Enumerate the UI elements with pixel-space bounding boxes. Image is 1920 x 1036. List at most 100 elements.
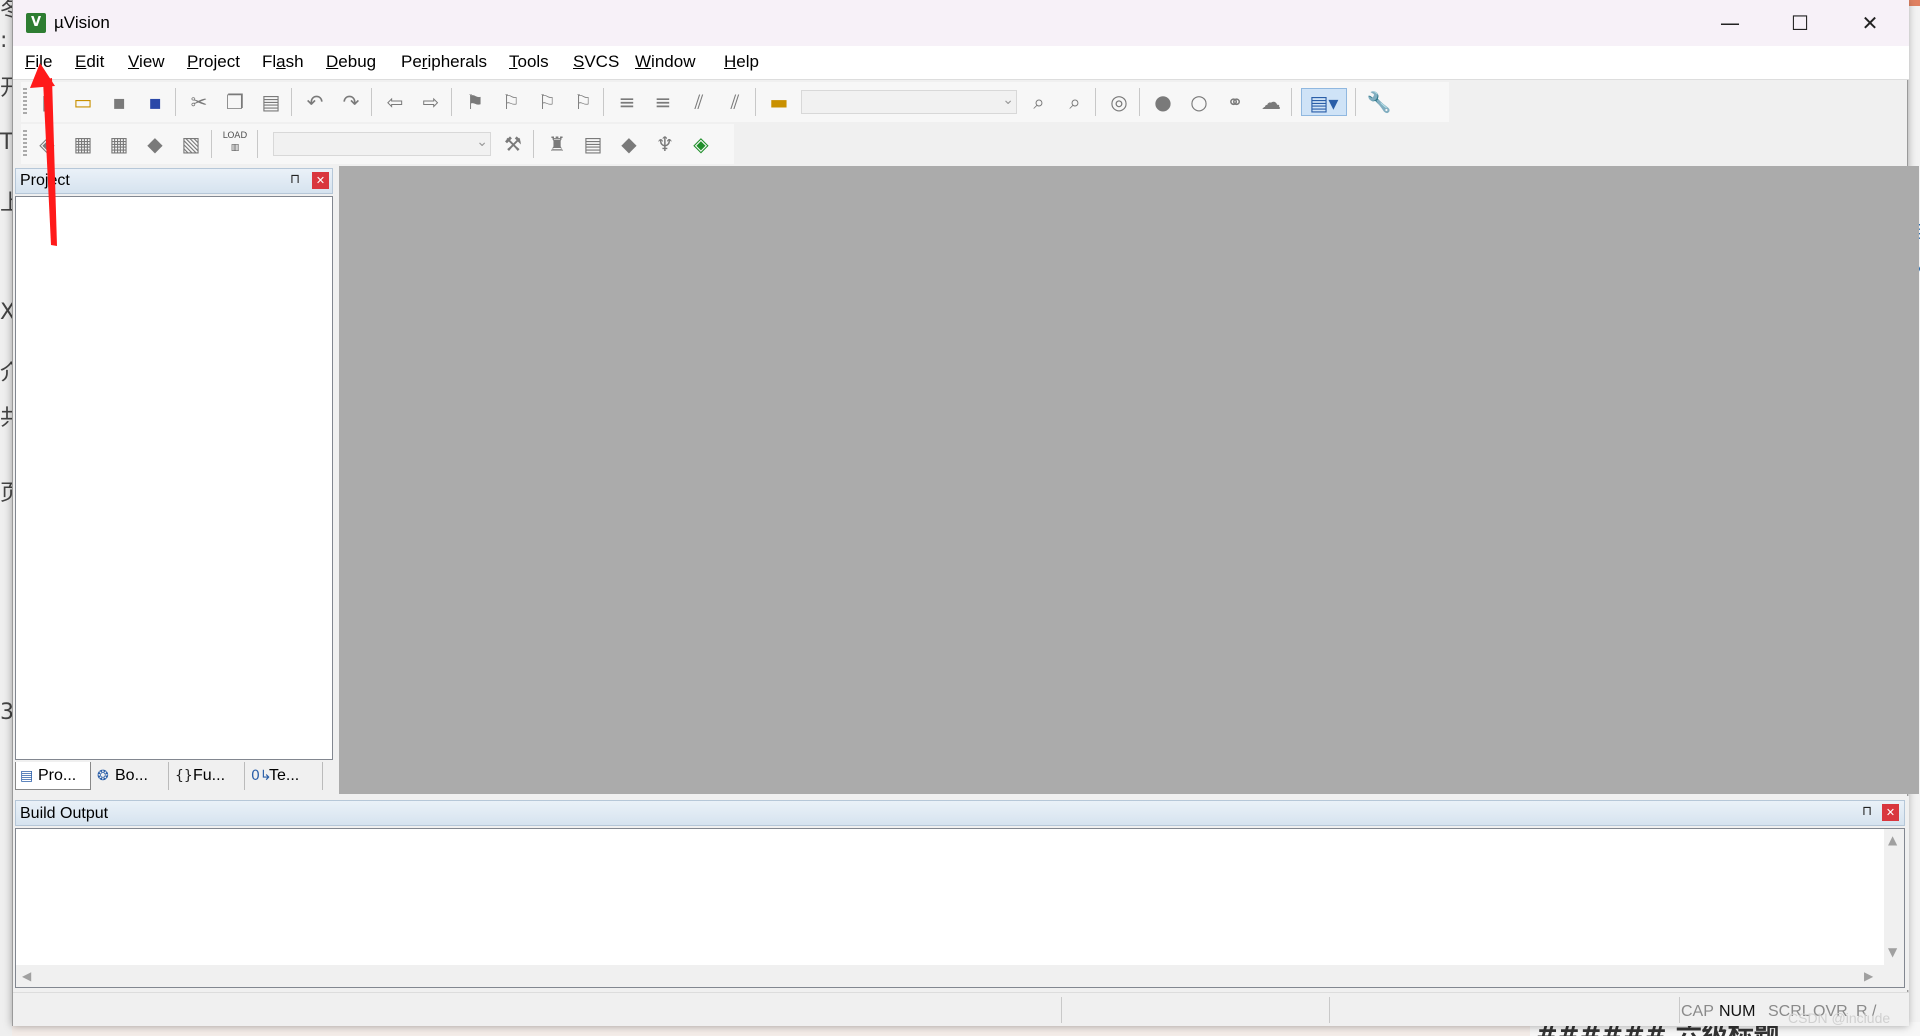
menu-edit[interactable]: Edit (75, 52, 104, 72)
uncomment-icon[interactable]: ⫽ (721, 88, 749, 116)
unindent-icon[interactable]: ≡ (649, 88, 677, 116)
target-options-icon[interactable]: ⚒ (499, 130, 527, 158)
menu-peripherals[interactable]: Peripherals (401, 52, 487, 72)
cut-icon[interactable]: ✂ (185, 88, 213, 116)
open-file-icon[interactable]: ▭ (69, 88, 97, 116)
find-in-files-icon[interactable]: ▬ (765, 88, 793, 116)
tab-books[interactable]: ❂ Bo... (93, 762, 169, 790)
menu-view[interactable]: View (128, 52, 165, 72)
copy-icon[interactable]: ❐ (221, 88, 249, 116)
close-panel-button[interactable]: ✕ (1882, 804, 1899, 821)
books-tab-icon: ❂ (97, 768, 109, 784)
minimize-button[interactable]: — (1695, 0, 1765, 46)
project-panel-tabs: ▤ Pro... ❂ Bo... {}Fu... 0↳Te... (15, 762, 333, 792)
rebuild-icon[interactable]: ▦ (105, 130, 133, 158)
tab-project[interactable]: ▤ Pro... (15, 762, 91, 790)
menu-file[interactable]: File (25, 52, 52, 72)
pin-icon[interactable]: ⊓ (1862, 804, 1872, 819)
status-bar: CAP NUM SCRL OVR R / (13, 992, 1909, 1026)
clear-bookmarks-icon[interactable]: ⚐ (569, 88, 597, 116)
editor-area[interactable] (339, 166, 1919, 794)
maximize-button[interactable]: ☐ (1765, 0, 1835, 46)
chevron-down-icon[interactable]: ⌄ (476, 134, 488, 150)
toolbar-grip[interactable] (23, 130, 27, 158)
prev-bookmark-icon[interactable]: ⚐ (497, 88, 525, 116)
configure-icon[interactable]: 🔧 (1365, 88, 1393, 116)
build-toolbar: ◈ ▦ ▦ ◆ ▧ LOAD ▥ ⌄ ⚒ ♜ ▤ ◆ ♆ ◈ (21, 124, 734, 164)
watermark: CSDN @include (1788, 1010, 1891, 1026)
select-packs-icon[interactable]: ▤ (579, 130, 607, 158)
tab-functions[interactable]: {}Fu... (171, 762, 245, 790)
target-combo[interactable]: ⌄ (273, 132, 491, 156)
translate-icon[interactable]: ◈ (33, 130, 61, 158)
build-output-header[interactable]: Build Output ⊓ ✕ (15, 800, 1905, 826)
manage-components-icon[interactable]: ♜ (543, 130, 571, 158)
project-panel-title: Project (20, 172, 70, 189)
debug-session-icon[interactable]: ◎ (1105, 88, 1133, 116)
window-title: µVision (54, 13, 110, 32)
build-output-title: Build Output (20, 805, 109, 822)
software-packs-icon[interactable]: ♆ (651, 130, 679, 158)
uvision-logo-icon: V (26, 13, 46, 33)
comment-icon[interactable]: ⫽ (685, 88, 713, 116)
breakpoint-icon[interactable]: ● (1149, 88, 1177, 116)
uvision-window: V µVision — ☐ ✕ File Edit View Project F… (12, 0, 1919, 1026)
incremental-find-icon[interactable]: ⌕ (1061, 88, 1089, 116)
disable-all-breakpoints-icon[interactable]: ⚭ (1221, 88, 1249, 116)
project-panel-header[interactable]: Project ⊓ ✕ (15, 168, 333, 194)
toolbar-grip[interactable] (23, 88, 27, 116)
menu-tools[interactable]: Tools (509, 52, 549, 72)
new-file-icon[interactable]: ▯ (33, 88, 61, 116)
find-icon[interactable]: ⌕ (1025, 88, 1053, 116)
background-page-left-edge: 冬:开T上X介共页3 (0, 0, 12, 1036)
menu-window[interactable]: Window (635, 52, 695, 72)
menu-help[interactable]: Help (724, 52, 759, 72)
window-layout-icon[interactable]: ▤▾ (1301, 88, 1347, 116)
close-panel-button[interactable]: ✕ (312, 172, 329, 189)
status-cap: CAP (1681, 1003, 1714, 1020)
undo-icon[interactable]: ↶ (301, 88, 329, 116)
disable-breakpoint-icon[interactable]: ○ (1185, 88, 1213, 116)
find-combo[interactable]: ⌄ (801, 90, 1017, 114)
scroll-left-icon[interactable]: ◀ (22, 969, 31, 983)
project-tab-icon: ▤ (20, 768, 34, 784)
batch-build-icon[interactable]: ◆ (141, 130, 169, 158)
next-bookmark-icon[interactable]: ⚐ (533, 88, 561, 116)
tab-templates[interactable]: 0↳Te... (247, 762, 323, 790)
vertical-scrollbar[interactable]: ▲ ▼ (1884, 829, 1904, 965)
status-num: NUM (1719, 1003, 1756, 1020)
scroll-up-icon[interactable]: ▲ (1888, 833, 1897, 847)
environment-icon[interactable]: ◆ (615, 130, 643, 158)
project-panel: Project ⊓ ✕ ▤ Pro... ❂ Bo... {}Fu... 0↳Te.… (13, 166, 339, 794)
menu-debug[interactable]: Debug (326, 52, 376, 72)
build-output-text[interactable]: ▲ ▼ ◀ ▶ (15, 828, 1905, 988)
build-icon[interactable]: ▦ (69, 130, 97, 158)
navigate-back-icon[interactable]: ⇦ (381, 88, 409, 116)
project-tree[interactable] (15, 196, 333, 760)
functions-tab-icon: {} (175, 768, 193, 784)
redo-icon[interactable]: ↷ (337, 88, 365, 116)
chevron-down-icon[interactable]: ⌄ (1002, 92, 1014, 108)
navigate-forward-icon[interactable]: ⇨ (417, 88, 445, 116)
standard-toolbar: ▯ ▭ ▪ ▪ ✂ ❐ ▤ ↶ ↷ ⇦ ⇨ ⚑ ⚐ ⚐ ⚐ ≡ ≡ ⫽ ⫽ ▬ … (21, 82, 1449, 122)
menu-bar: File Edit View Project Flash Debug Perip… (13, 46, 1909, 80)
close-button[interactable]: ✕ (1835, 0, 1905, 46)
horizontal-scrollbar[interactable]: ◀ ▶ (16, 965, 1904, 987)
menu-project[interactable]: Project (187, 52, 240, 72)
title-bar[interactable]: V µVision — ☐ ✕ (13, 0, 1909, 46)
menu-flash[interactable]: Flash (262, 52, 304, 72)
pin-icon[interactable]: ⊓ (290, 172, 300, 187)
scroll-down-icon[interactable]: ▼ (1888, 945, 1897, 959)
scroll-right-icon[interactable]: ▶ (1864, 969, 1873, 983)
download-icon[interactable]: LOAD ▥ (221, 130, 249, 158)
indent-icon[interactable]: ≡ (613, 88, 641, 116)
paste-icon[interactable]: ▤ (257, 88, 285, 116)
bookmark-icon[interactable]: ⚑ (461, 88, 489, 116)
menu-svcs[interactable]: SVCS (573, 52, 619, 72)
build-output-panel: Build Output ⊓ ✕ ▲ ▼ ◀ ▶ (13, 796, 1909, 990)
pack-installer-icon[interactable]: ◈ (687, 130, 715, 158)
kill-breakpoints-icon[interactable]: ☁ (1257, 88, 1285, 116)
save-all-icon[interactable]: ▪ (141, 88, 169, 116)
stop-build-icon[interactable]: ▧ (177, 130, 205, 158)
save-icon[interactable]: ▪ (105, 88, 133, 116)
